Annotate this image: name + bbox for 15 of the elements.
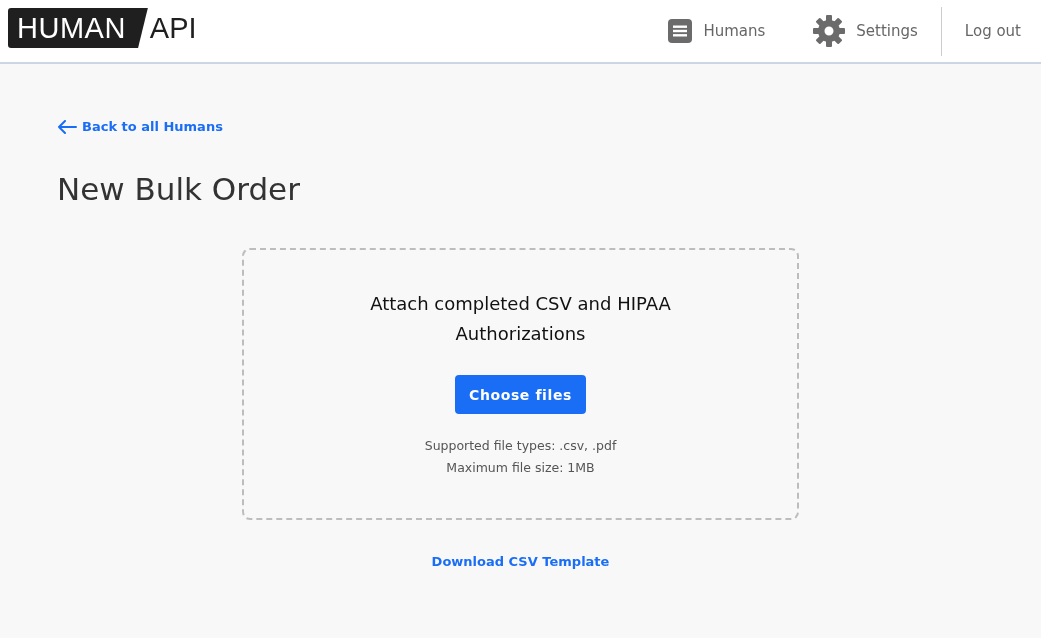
logo-mark: HUMAN — [8, 8, 148, 48]
download-template-link[interactable]: Download CSV Template — [431, 552, 610, 572]
upload-note: Maximum file size: 1MB — [445, 459, 596, 477]
choose-files-button[interactable]: Choose files — [455, 375, 586, 414]
list-icon — [668, 19, 693, 43]
gear-icon — [813, 15, 846, 47]
arrow-left-icon — [57, 120, 77, 134]
upload-heading: Attach completed CSV and HIPAA Authorizations — [369, 292, 672, 346]
page-title: New Bulk Order — [57, 170, 301, 209]
back-link[interactable]: Back to all Humans — [57, 117, 223, 137]
nav-link[interactable]: Humans — [668, 19, 766, 43]
nav-link[interactable]: Settings — [813, 15, 918, 47]
upload-note: Supported file types: .csv, .pdf — [424, 437, 617, 455]
logo-text: API — [149, 11, 197, 46]
logout-link[interactable]: Log out — [964, 22, 1021, 40]
